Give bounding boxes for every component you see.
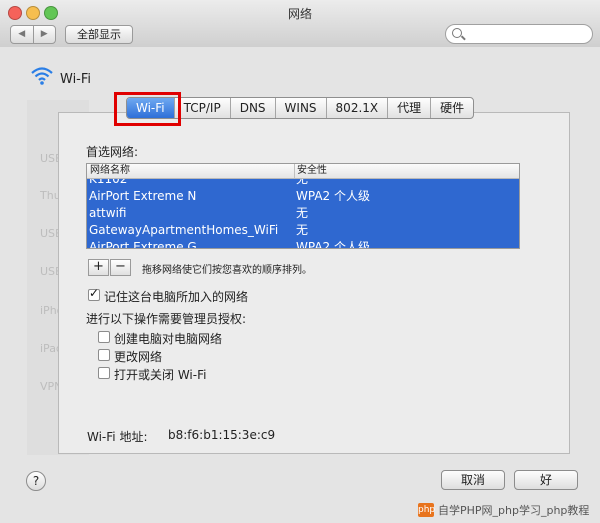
table-row[interactable]: AirPort Extreme G WPA2 个人级	[87, 239, 519, 249]
title-bar: 网络 ◀ ▶ 全部显示	[0, 0, 600, 48]
admin-auth-label: 进行以下操作需要管理员授权:	[86, 312, 247, 326]
network-security: 无	[296, 223, 309, 237]
show-all-button[interactable]: 全部显示	[65, 25, 133, 44]
create-computer-network-checkbox[interactable]	[98, 331, 110, 343]
network-name: AirPort Extreme N	[89, 189, 197, 203]
table-row[interactable]: attwifi 无	[87, 205, 519, 223]
tab-hardware[interactable]: 硬件	[431, 98, 473, 118]
network-name: AirPort Extreme G	[89, 240, 197, 249]
column-security[interactable]: 安全性	[294, 164, 327, 178]
search-field[interactable]	[445, 24, 593, 44]
toggle-wifi-label: 打开或关闭 Wi-Fi	[114, 368, 207, 382]
wifi-address-value: b8:f6:b1:15:3e:c9	[168, 428, 276, 442]
toggle-wifi-checkbox[interactable]	[98, 367, 110, 379]
back-button[interactable]: ◀	[11, 26, 34, 43]
tab-wins[interactable]: WINS	[276, 98, 327, 118]
tab-proxy[interactable]: 代理	[388, 98, 432, 118]
wifi-icon	[31, 67, 53, 85]
network-security: 无	[296, 206, 309, 220]
create-computer-network-label: 创建电脑对电脑网络	[114, 332, 223, 346]
table-row[interactable]: AirPort Extreme N WPA2 个人级	[87, 188, 519, 206]
remember-networks-checkbox[interactable]	[88, 286, 100, 301]
preferred-networks-table[interactable]: 网络名称 安全性 K1102 无 AirPort Extreme N WPA2 …	[86, 163, 520, 249]
remove-network-button[interactable]: −	[110, 259, 131, 276]
tab-tcpip[interactable]: TCP/IP	[175, 98, 231, 118]
help-button[interactable]: ?	[26, 471, 46, 491]
preferred-networks-label: 首选网络:	[86, 145, 139, 159]
search-icon	[452, 28, 462, 38]
tab-8021x[interactable]: 802.1X	[327, 98, 389, 118]
drag-hint-text: 拖移网络使它们按您喜欢的顺序排列。	[142, 265, 312, 276]
change-networks-checkbox[interactable]	[98, 349, 110, 361]
network-name: GatewayApartmentHomes_WiFi	[89, 223, 279, 237]
watermark-logo: php	[418, 503, 436, 517]
wifi-address-label: Wi-Fi 地址:	[87, 430, 148, 444]
column-network-name[interactable]: 网络名称	[90, 164, 130, 178]
window-title: 网络	[287, 7, 312, 21]
cancel-button[interactable]: 取消	[441, 470, 505, 490]
service-name: Wi-Fi	[60, 72, 92, 87]
table-header: 网络名称 安全性	[87, 164, 519, 179]
site-watermark: php 自学PHP网_php学习_php教程	[418, 500, 589, 520]
table-row[interactable]: GatewayApartmentHomes_WiFi 无	[87, 222, 519, 240]
add-network-button[interactable]: +	[88, 259, 109, 276]
forward-button[interactable]: ▶	[34, 26, 56, 43]
network-name: attwifi	[89, 206, 127, 220]
network-security: WPA2 个人级	[296, 189, 370, 203]
network-security: WPA2 个人级	[296, 240, 370, 249]
tab-dns[interactable]: DNS	[231, 98, 276, 118]
annotation-highlight-box	[114, 92, 181, 126]
ok-button[interactable]: 好	[514, 470, 578, 490]
remember-networks-label: 记住这台电脑所加入的网络	[104, 290, 249, 304]
change-networks-label: 更改网络	[114, 350, 163, 364]
watermark-text: 自学PHP网_php学习_php教程	[438, 504, 590, 517]
nav-buttons: ◀ ▶	[10, 25, 56, 44]
